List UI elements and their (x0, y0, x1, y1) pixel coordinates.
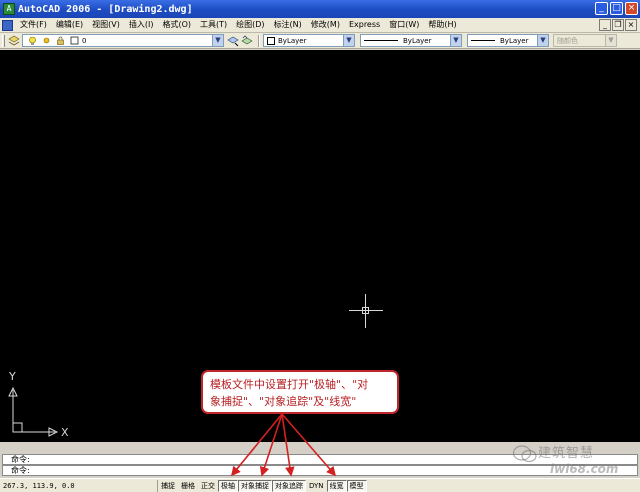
color-square-icon (68, 35, 80, 47)
layer-name: 0 (82, 36, 87, 45)
annotation-line-1: 模板文件中设置打开"极轴"、"对 (210, 378, 369, 391)
plotstyle-value: 随颜色 (557, 36, 578, 45)
lineweight-swatch (471, 40, 495, 41)
menu-file[interactable]: 文件(F) (16, 18, 52, 32)
lock-icon (54, 35, 66, 47)
maximize-button[interactable]: □ (610, 2, 623, 15)
layer-previous-icon[interactable] (241, 34, 253, 47)
chevron-down-icon[interactable]: ▼ (537, 35, 548, 46)
status-snap-button[interactable]: 捕捉 (158, 480, 178, 492)
lightbulb-icon (26, 35, 38, 47)
chevron-down-icon[interactable]: ▼ (605, 35, 616, 46)
ucs-y-label: Y (8, 370, 16, 383)
linetype-swatch (364, 40, 398, 41)
doc-close-button[interactable]: × (625, 19, 637, 31)
menu-modify[interactable]: 修改(M) (307, 18, 345, 32)
toolbar-separator (258, 34, 260, 47)
ucs-axis-icon: Y X (0, 360, 80, 442)
status-polar-button[interactable]: 极轴 (218, 479, 238, 492)
window-title: AutoCAD 2006 - [Drawing2.dwg] (18, 3, 193, 15)
chevron-down-icon[interactable]: ▼ (343, 35, 354, 46)
menu-draw[interactable]: 绘图(D) (232, 18, 269, 32)
make-object-layer-current-icon[interactable] (227, 35, 239, 47)
sun-icon (40, 35, 52, 47)
command-input-line[interactable]: 命令: (2, 465, 638, 476)
layers-properties-toolbar: 0 ▼ ByLayer ▼ ByLayer ▼ ByLayer ▼ 随颜色 ▼ (0, 33, 640, 49)
crosshair-cursor-icon (349, 294, 383, 328)
layer-dropdown[interactable]: 0 ▼ (22, 34, 224, 47)
status-model-button[interactable]: 模型 (346, 479, 367, 492)
close-button[interactable]: × (625, 2, 638, 15)
title-bar: A AutoCAD 2006 - [Drawing2.dwg] _ □ × (0, 0, 640, 18)
status-osnap-button[interactable]: 对象捕捉 (238, 479, 272, 492)
command-window: 命令: 命令: (0, 442, 640, 478)
menu-format[interactable]: 格式(O) (158, 18, 196, 32)
ucs-x-label: X (61, 426, 69, 439)
color-swatch (267, 36, 275, 45)
annotation-line-2: 象捕捉"、"对象追踪"及"线宽" (210, 395, 357, 408)
plotstyle-dropdown[interactable]: 随颜色 ▼ (553, 34, 617, 47)
doc-minimize-button[interactable]: _ (599, 19, 611, 31)
status-dyn-button[interactable]: DYN (306, 480, 327, 492)
command-history-line: 命令: (2, 454, 638, 465)
menu-express[interactable]: Express (345, 18, 385, 32)
status-grid-button[interactable]: 栅格 (178, 480, 198, 492)
linetype-value: ByLayer (403, 36, 432, 45)
layer-manager-icon[interactable] (8, 35, 20, 47)
annotation-callout: 模板文件中设置打开"极轴"、"对 象捕捉"、"对象追踪"及"线宽" (201, 370, 399, 414)
status-lineweight-button[interactable]: 线宽 (326, 479, 347, 492)
coordinate-readout: 267.3, 113.9, 0.0 (0, 479, 158, 492)
status-bar: 267.3, 113.9, 0.0 捕捉 栅格 正交 极轴 对象捕捉 对象追踪 … (0, 478, 640, 492)
doc-restore-button[interactable]: ❐ (612, 19, 624, 31)
color-dropdown[interactable]: ByLayer ▼ (263, 34, 355, 47)
menu-insert[interactable]: 插入(I) (125, 18, 159, 32)
linetype-dropdown[interactable]: ByLayer ▼ (360, 34, 462, 47)
minimize-button[interactable]: _ (595, 2, 608, 15)
chevron-down-icon[interactable]: ▼ (212, 35, 223, 46)
window-controls: _ □ × (595, 2, 638, 15)
status-otrack-button[interactable]: 对象追踪 (272, 479, 306, 492)
document-window-controls: _ ❐ × (599, 19, 637, 31)
menu-window[interactable]: 窗口(W) (385, 18, 424, 32)
status-ortho-button[interactable]: 正交 (198, 480, 218, 492)
lineweight-value: ByLayer (500, 36, 529, 45)
color-value: ByLayer (278, 36, 307, 45)
chevron-down-icon[interactable]: ▼ (450, 35, 461, 46)
menu-help[interactable]: 帮助(H) (424, 18, 461, 32)
lineweight-dropdown[interactable]: ByLayer ▼ (467, 34, 549, 47)
menu-edit[interactable]: 编辑(E) (52, 18, 88, 32)
menu-dimension[interactable]: 标注(N) (270, 18, 307, 32)
menu-bar: 文件(F) 编辑(E) 视图(V) 插入(I) 格式(O) 工具(T) 绘图(D… (0, 18, 640, 33)
toolbar-grip[interactable] (2, 34, 5, 47)
autocad-app-icon[interactable]: A (3, 3, 15, 15)
document-icon[interactable] (2, 19, 13, 31)
menu-view[interactable]: 视图(V) (88, 18, 125, 32)
menu-tools[interactable]: 工具(T) (196, 18, 232, 32)
